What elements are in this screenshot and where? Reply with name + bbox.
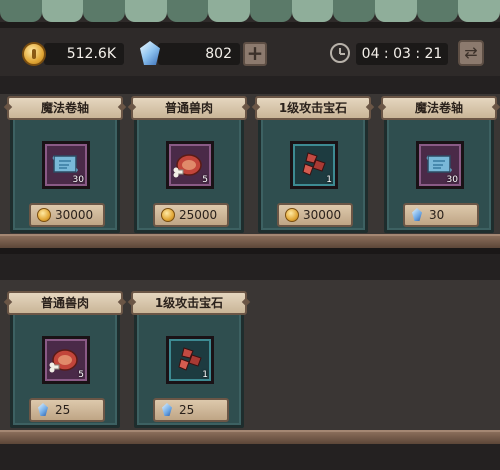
awning-shadow [0, 22, 500, 28]
blue-crystal-icon [162, 403, 172, 416]
gold-coin-icon [161, 208, 175, 222]
meat-icon: 5 [166, 141, 214, 189]
item-price: 25000 [179, 208, 218, 222]
item-price: 30 [429, 208, 445, 222]
item-quantity: 1 [326, 175, 332, 185]
buy-button[interactable]: 25 [153, 398, 229, 422]
item-quantity: 30 [72, 175, 84, 185]
shelf-wall-bottom [0, 444, 500, 470]
shop-item-card[interactable]: 普通兽肉 5 25 [7, 291, 123, 428]
gold-amount: 512.6K [44, 43, 124, 65]
clock-icon [330, 43, 350, 63]
buy-button[interactable]: 30000 [29, 203, 105, 227]
item-name-label: 普通兽肉 [7, 291, 123, 315]
item-price: 30000 [55, 208, 94, 222]
shop-item-card[interactable]: 普通兽肉 5 25000 [131, 96, 247, 233]
item-price: 25 [179, 403, 195, 417]
shelf-plank-1 [0, 234, 500, 248]
buy-button[interactable]: 30000 [277, 203, 353, 227]
item-name-label: 1级攻击宝石 [255, 96, 371, 120]
resource-bar: 512.6K 802 + 04 : 03 : 21 ⇄ [0, 36, 500, 72]
red-gem-icon: 1 [166, 336, 214, 384]
item-quantity: 30 [446, 175, 458, 185]
shop-item-card[interactable]: 魔法卷轴 30 30 [381, 96, 497, 233]
gold-coin-icon [37, 208, 51, 222]
blue-crystal-icon [412, 208, 422, 221]
item-quantity: 1 [202, 370, 208, 380]
buy-button[interactable]: 30 [403, 203, 479, 227]
item-name-label: 普通兽肉 [131, 96, 247, 120]
red-gem-icon: 1 [290, 141, 338, 189]
item-price: 30000 [303, 208, 342, 222]
shop-item-card[interactable]: 1级攻击宝石 1 25 [131, 291, 247, 428]
magic-scroll-icon: 30 [42, 141, 90, 189]
meat-icon: 5 [42, 336, 90, 384]
add-gems-button[interactable]: + [243, 42, 267, 66]
shelf-wall-middle [0, 254, 500, 280]
item-quantity: 5 [78, 370, 84, 380]
item-name-label: 魔法卷轴 [7, 96, 123, 120]
buy-button[interactable]: 25000 [153, 203, 229, 227]
blue-crystal-icon [140, 41, 160, 65]
magic-scroll-icon: 30 [416, 141, 464, 189]
shop-item-card[interactable]: 魔法卷轴 30 30000 [7, 96, 123, 233]
shop-item-card[interactable]: 1级攻击宝石 1 30000 [255, 96, 371, 233]
buy-button[interactable]: 25 [29, 398, 105, 422]
gold-coin-icon [22, 42, 46, 66]
item-name-label: 魔法卷轴 [381, 96, 497, 120]
shelf-plank-2 [0, 430, 500, 444]
item-quantity: 5 [202, 175, 208, 185]
item-price: 25 [55, 403, 71, 417]
gem-amount: 802 [158, 43, 240, 65]
gold-coin-icon [285, 208, 299, 222]
shelf-wall-top [0, 76, 500, 94]
item-name-label: 1级攻击宝石 [131, 291, 247, 315]
blue-crystal-icon [38, 403, 48, 416]
refresh-shop-button[interactable]: ⇄ [458, 40, 484, 66]
refresh-timer: 04 : 03 : 21 [356, 43, 448, 65]
